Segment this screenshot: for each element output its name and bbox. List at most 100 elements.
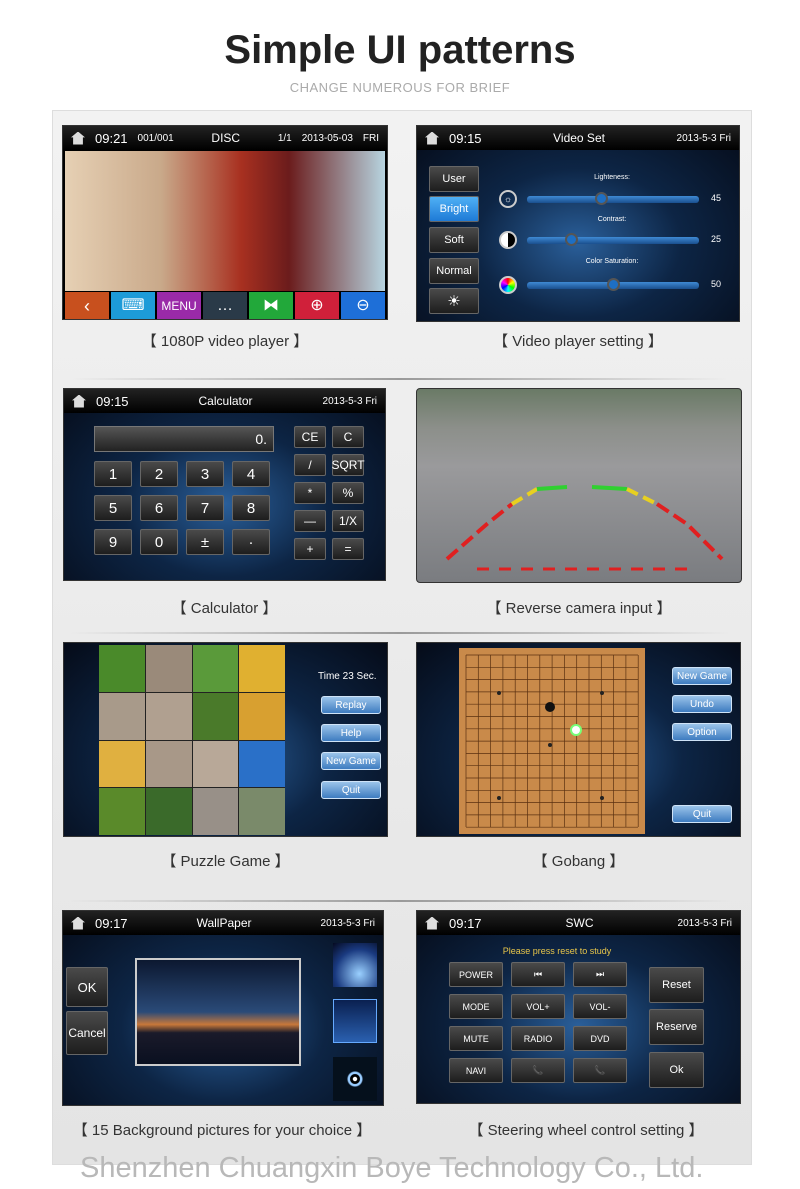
power-button[interactable]: POWER <box>449 962 503 987</box>
divider <box>70 900 730 902</box>
saturation-slider[interactable] <box>527 278 699 291</box>
option-button[interactable]: Option <box>672 723 732 741</box>
calc-op-key[interactable]: 1/X <box>332 510 364 532</box>
navi-button[interactable]: NAVI <box>449 1058 503 1083</box>
puzzle-tile[interactable] <box>99 645 145 692</box>
new-game-button[interactable]: New Game <box>672 667 732 685</box>
zoom-out-button[interactable]: ⊖ <box>341 292 385 319</box>
mode-bright[interactable]: Bright <box>429 196 479 222</box>
aspect-button[interactable]: ⧓ <box>249 292 293 319</box>
puzzle-tile[interactable] <box>192 645 239 692</box>
vol-up-button[interactable]: VOL+ <box>511 994 565 1019</box>
puzzle-tile[interactable] <box>99 740 145 788</box>
video-frame[interactable] <box>65 151 385 291</box>
calc-op-key[interactable]: / <box>294 454 326 476</box>
mode-normal[interactable]: Normal <box>429 258 479 284</box>
gobang-board[interactable] <box>459 648 645 834</box>
puzzle-tile[interactable] <box>145 692 192 740</box>
mode-user[interactable]: User <box>429 166 479 192</box>
puzzle-tile[interactable] <box>192 692 239 740</box>
slider-knob[interactable] <box>607 278 620 291</box>
more-button[interactable]: … <box>203 292 247 319</box>
keyboard-button[interactable]: ⌨ <box>111 292 155 319</box>
mute-button[interactable]: MUTE <box>449 1026 503 1051</box>
calc-key[interactable]: 2 <box>140 461 178 487</box>
mode-button[interactable]: MODE <box>449 994 503 1019</box>
calc-key[interactable]: · <box>232 529 270 555</box>
puzzle-tile[interactable] <box>239 788 285 835</box>
dvd-button[interactable]: DVD <box>573 1026 627 1051</box>
wallpaper-thumbnail[interactable] <box>333 943 377 987</box>
calc-op-key[interactable]: + <box>294 538 326 560</box>
wallpaper-screen: 09:17 WallPaper 2013-5-3 Fri OK Cancel <box>62 910 384 1106</box>
home-icon[interactable] <box>72 394 86 408</box>
radio-button[interactable]: RADIO <box>511 1026 565 1051</box>
quit-button[interactable]: Quit <box>672 805 732 823</box>
calc-op-key[interactable]: % <box>332 482 364 504</box>
slider-knob[interactable] <box>565 233 578 246</box>
reserve-button[interactable]: Reserve <box>649 1009 704 1045</box>
quit-button[interactable]: Quit <box>321 781 381 799</box>
help-button[interactable]: Help <box>321 724 381 742</box>
calc-key[interactable]: 0 <box>140 529 178 555</box>
caption: 【 Gobang 】 <box>532 853 625 870</box>
puzzle-tile[interactable] <box>192 788 239 835</box>
mode-soft[interactable]: Soft <box>429 227 479 253</box>
puzzle-tile[interactable] <box>239 645 285 692</box>
replay-button[interactable]: Replay <box>321 696 381 714</box>
hangup-button[interactable]: 📞 <box>573 1058 627 1083</box>
zoom-in-button[interactable]: ⊕ <box>295 292 339 319</box>
calc-key[interactable]: 9 <box>94 529 132 555</box>
calc-op-key[interactable]: — <box>294 510 326 532</box>
contrast-slider[interactable] <box>527 233 699 246</box>
undo-button[interactable]: Undo <box>672 695 732 713</box>
calc-key[interactable]: 5 <box>94 495 132 521</box>
puzzle-tile[interactable] <box>145 740 192 788</box>
puzzle-tile[interactable] <box>192 740 239 788</box>
slider-value: 45 <box>711 193 722 203</box>
back-button[interactable]: ‹ <box>65 292 109 319</box>
track-counter: 001/001 <box>137 132 174 144</box>
calc-key[interactable]: 6 <box>140 495 178 521</box>
calc-op-key[interactable]: C <box>332 426 364 448</box>
vol-down-button[interactable]: VOL- <box>573 994 627 1019</box>
puzzle-tile[interactable] <box>145 788 192 835</box>
calc-key[interactable]: 3 <box>186 461 224 487</box>
new-game-button[interactable]: New Game <box>321 752 381 770</box>
home-icon[interactable] <box>425 131 439 145</box>
puzzle-tile[interactable] <box>239 740 285 788</box>
swc-screen: 09:17 SWC 2013-5-3 Fri Please press rese… <box>416 910 741 1104</box>
slider-knob[interactable] <box>595 192 608 205</box>
calc-op-key[interactable]: CE <box>294 426 326 448</box>
puzzle-tile[interactable] <box>99 692 145 740</box>
next-button[interactable]: ⏭ <box>573 962 627 987</box>
puzzle-tile[interactable] <box>239 692 285 740</box>
calc-op-key[interactable]: * <box>294 482 326 504</box>
calc-op-key[interactable]: SQRT <box>331 454 365 476</box>
home-icon[interactable] <box>71 131 85 145</box>
brightness-button[interactable]: ☀ <box>429 288 479 314</box>
wallpaper-thumbnail[interactable] <box>333 999 377 1043</box>
calc-op-key[interactable]: = <box>332 538 364 560</box>
puzzle-tile[interactable] <box>145 645 192 692</box>
clock: 09:17 <box>95 915 128 931</box>
reset-button[interactable]: Reset <box>649 967 704 1003</box>
calc-key[interactable]: 7 <box>186 495 224 521</box>
call-button[interactable]: 📞 <box>511 1058 565 1083</box>
puzzle-tile[interactable] <box>99 788 145 835</box>
ok-button[interactable]: OK <box>66 967 108 1007</box>
prev-button[interactable]: ⏮ <box>511 962 565 987</box>
menu-button[interactable]: MENU <box>157 292 201 319</box>
home-icon[interactable] <box>425 916 439 930</box>
cancel-button[interactable]: Cancel <box>66 1011 108 1055</box>
calc-key[interactable]: ± <box>186 529 224 555</box>
calc-key[interactable]: 8 <box>232 495 270 521</box>
wallpaper-thumbnail[interactable] <box>333 1057 377 1101</box>
ok-button[interactable]: Ok <box>649 1052 704 1088</box>
home-icon[interactable] <box>71 916 85 930</box>
puzzle-board[interactable] <box>99 645 285 835</box>
caption: 【 15 Background pictures for your choice… <box>72 1122 372 1139</box>
calc-key[interactable]: 1 <box>94 461 132 487</box>
lightness-slider[interactable] <box>527 192 699 205</box>
calc-key[interactable]: 4 <box>232 461 270 487</box>
